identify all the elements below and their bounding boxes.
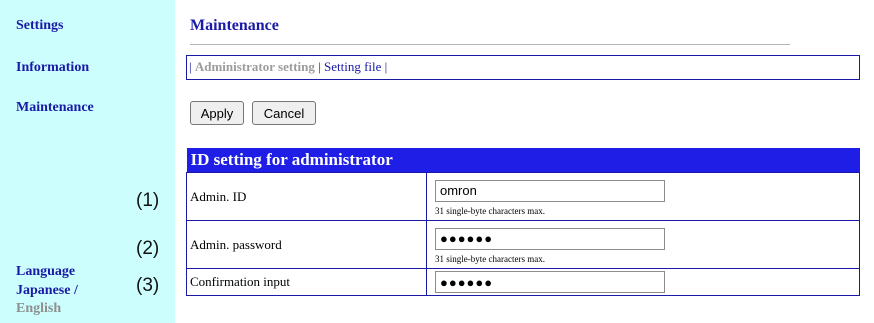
admin-password-label: Admin. password xyxy=(186,220,427,269)
table-row: Admin. ID 31 single-byte characters max. xyxy=(186,172,860,221)
language-link-japanese[interactable]: Japanese / xyxy=(16,283,78,299)
language-current-english: English xyxy=(16,301,62,316)
admin-password-hint: 31 single-byte characters max. xyxy=(435,253,545,264)
admin-id-settings-table: ID setting for administrator Admin. ID 3… xyxy=(186,148,860,296)
sidebar-item-maintenance[interactable]: Maintenance xyxy=(16,100,94,116)
confirmation-input-label: Confirmation input xyxy=(186,268,427,296)
language-label: Language xyxy=(16,264,76,279)
callout-2: (2) xyxy=(136,238,160,259)
admin-id-input[interactable] xyxy=(435,179,665,202)
subnav-separator: | xyxy=(384,59,388,74)
subnav-item-setting-file[interactable]: Setting file xyxy=(324,59,381,74)
subnav-separator: | xyxy=(318,59,321,74)
callout-1: (1) xyxy=(136,190,160,211)
subnav-bar: | Administrator setting | Setting file | xyxy=(186,55,860,80)
callout-3: (3) xyxy=(136,275,160,296)
sidebar: Settings Information Maintenance Languag… xyxy=(0,0,175,323)
sidebar-item-settings[interactable]: Settings xyxy=(16,18,63,34)
admin-id-hint: 31 single-byte characters max. xyxy=(435,205,545,216)
admin-password-cell: 31 single-byte characters max. xyxy=(426,220,860,269)
table-row: Admin. password 31 single-byte character… xyxy=(186,220,860,269)
page-title: Maintenance xyxy=(190,17,279,34)
title-divider xyxy=(190,44,790,45)
admin-id-label: Admin. ID xyxy=(186,172,427,221)
sidebar-item-information[interactable]: Information xyxy=(16,60,89,76)
apply-button[interactable]: Apply xyxy=(190,101,244,125)
admin-password-input[interactable] xyxy=(435,227,665,250)
subnav-item-administrator-setting: Administrator setting xyxy=(194,59,315,74)
admin-id-cell: 31 single-byte characters max. xyxy=(426,172,860,221)
cancel-button[interactable]: Cancel xyxy=(252,101,316,125)
confirmation-password-input[interactable] xyxy=(435,271,665,293)
language-separator: / xyxy=(70,283,78,298)
subnav-separator: | xyxy=(189,59,192,74)
confirmation-input-cell xyxy=(426,268,860,296)
language-japanese-label[interactable]: Japanese xyxy=(16,283,70,298)
table-row: Confirmation input xyxy=(186,268,860,296)
table-header: ID setting for administrator xyxy=(186,148,860,173)
